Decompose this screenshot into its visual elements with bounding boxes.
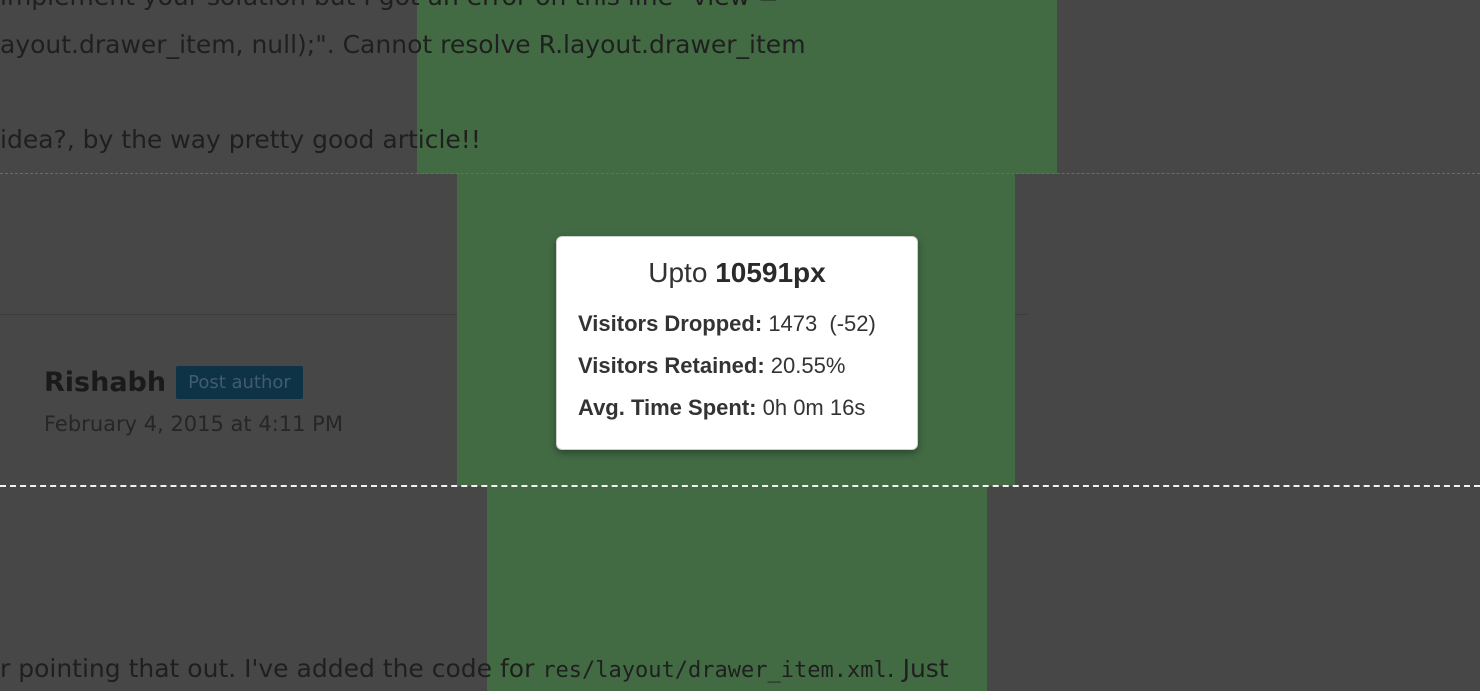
scroll-depth-marker-active[interactable] [0,485,1480,487]
visitors-retained-label: Visitors Retained: [578,353,765,378]
visitors-dropped-delta: (-52) [829,311,876,336]
visitors-retained-value: 20.55% [770,353,846,378]
scroll-depth-marker-faint [0,173,1480,174]
avg-time-label: Avg. Time Spent: [578,395,757,420]
post-author-badge: Post author [176,366,303,399]
heatmap-band-upper [417,0,1057,174]
comment-date-link[interactable]: February 4, 2015 at 4:11 PM [44,412,343,436]
tooltip-title-prefix: Upto [648,257,708,288]
visitors-dropped-value: 1473 [768,311,818,336]
reply-text-suffix: . Just [886,654,949,683]
visitors-dropped-label: Visitors Dropped: [578,311,763,336]
avg-time-value: 0h 0m 16s [762,395,866,420]
author-name[interactable]: Rishabh [44,367,166,398]
tooltip-stats: Visitors Dropped: 1473 (-52) Visitors Re… [557,303,917,429]
reply-code-path: res/layout/drawer_item.xml [542,658,887,683]
comment-text-line-2: ayout.drawer_item, null);". Cannot resol… [0,30,806,59]
comment-text-line-1: implement your solution but I got an err… [0,0,779,11]
scroll-depth-tooltip: Upto 10591px Visitors Dropped: 1473 (-52… [556,236,918,450]
tooltip-title: Upto 10591px [557,257,917,289]
tooltip-depth-value: 10591px [715,257,826,288]
comment-author: Rishabh Post author [44,366,303,399]
visitors-dropped-row: Visitors Dropped: 1473 (-52) [578,303,917,345]
comment-text-line-3: idea?, by the way pretty good article!! [0,125,481,154]
reply-text-line: r pointing that out. I've added the code… [0,654,949,683]
avg-time-row: Avg. Time Spent: 0h 0m 16s [578,387,917,429]
reply-text-prefix: r pointing that out. I've added the code… [0,654,543,683]
visitors-retained-row: Visitors Retained: 20.55% [578,345,917,387]
